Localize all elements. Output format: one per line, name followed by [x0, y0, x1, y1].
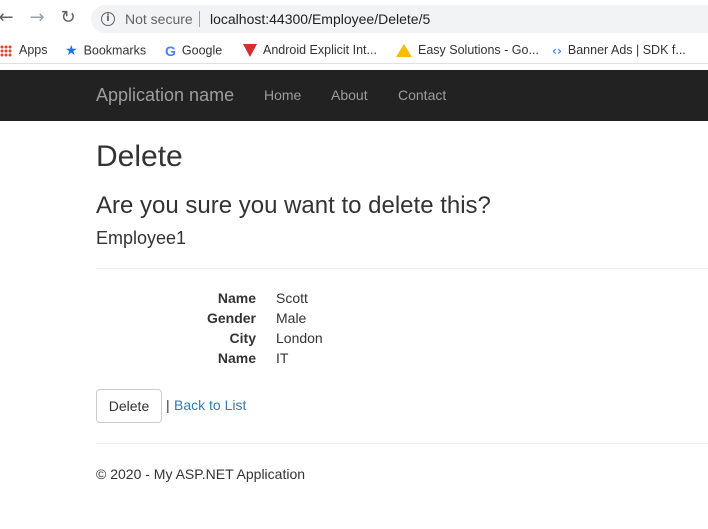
bookmark-banner-ads[interactable]: ‹› Banner Ads | SDK f... — [552, 43, 686, 58]
bookmark-easy-solutions[interactable]: Easy Solutions - Go... — [396, 43, 539, 58]
bookmark-bookmarks[interactable]: ★ Bookmarks — [65, 43, 146, 59]
bookmark-label: Android Explicit Int... — [263, 43, 377, 57]
reload-icon[interactable]: ↻ — [58, 8, 78, 28]
action-separator: | — [166, 397, 170, 413]
footer-divider — [96, 443, 708, 444]
url-text[interactable]: localhost:44300/Employee/Delete/5 — [210, 11, 430, 27]
nav-about-link[interactable]: About — [331, 87, 368, 103]
bookmark-label: Banner Ads | SDK f... — [567, 43, 686, 57]
bookmark-label: Bookmarks — [83, 43, 147, 58]
divider — [96, 268, 708, 269]
detail-label: Name — [217, 350, 256, 366]
bookmark-android-explicit[interactable]: Android Explicit Int... — [243, 43, 377, 58]
back-to-list-link[interactable]: Back to List — [174, 397, 246, 413]
bookmark-label: Google — [181, 43, 223, 58]
app-navbar: Application name Home About Contact — [0, 70, 708, 121]
detail-value: IT — [276, 350, 289, 366]
star-icon: ★ — [65, 43, 78, 59]
detail-row: City London — [96, 330, 496, 350]
code-brackets-icon: ‹› — [552, 43, 562, 58]
apps-grid-icon — [0, 44, 12, 57]
address-bar[interactable]: i Not secure localhost:44300/Employee/De… — [91, 5, 708, 33]
back-arrow-icon[interactable]: ← — [0, 8, 16, 28]
brand-link[interactable]: Application name — [96, 85, 234, 106]
entity-heading: Employee1 — [96, 228, 187, 248]
bookmark-label: Apps — [19, 43, 48, 57]
detail-value: London — [276, 330, 323, 346]
detail-label: Name — [217, 290, 256, 306]
delete-button[interactable]: Delete — [96, 389, 162, 423]
bookmarks-bar: Apps ★ Bookmarks G Google Android Explicit… — [0, 38, 708, 64]
detail-row: Gender Male — [96, 310, 496, 330]
google-icon: G — [165, 43, 176, 59]
browser-toolbar: ← → ↻ i Not secure localhost:44300/Emplo… — [0, 0, 708, 38]
detail-value: Male — [276, 310, 307, 326]
red-triangle-icon — [243, 44, 257, 58]
bookmark-apps[interactable]: Apps — [0, 43, 48, 57]
omnibox-divider — [199, 11, 200, 27]
detail-row: Name IT — [96, 350, 496, 370]
info-icon[interactable]: i — [101, 12, 115, 26]
details-list: Name Scott Gender Male City London Name … — [96, 290, 496, 370]
forward-arrow-icon[interactable]: → — [27, 8, 47, 28]
bookmark-label: Easy Solutions - Go... — [418, 43, 539, 57]
detail-label: Gender — [206, 310, 256, 326]
google-drive-icon — [396, 44, 412, 58]
detail-row: Name Scott — [96, 290, 496, 310]
security-label[interactable]: Not secure — [125, 11, 193, 27]
detail-label: City — [229, 330, 256, 346]
nav-home-link[interactable]: Home — [264, 87, 301, 103]
bookmark-google[interactable]: G Google — [165, 43, 222, 59]
detail-value: Scott — [276, 290, 308, 306]
confirm-question: Are you sure you want to delete this? — [96, 192, 491, 219]
nav-contact-link[interactable]: Contact — [398, 87, 446, 103]
footer-text: © 2020 - My ASP.NET Application — [96, 466, 306, 482]
page-title: Delete — [96, 140, 183, 173]
